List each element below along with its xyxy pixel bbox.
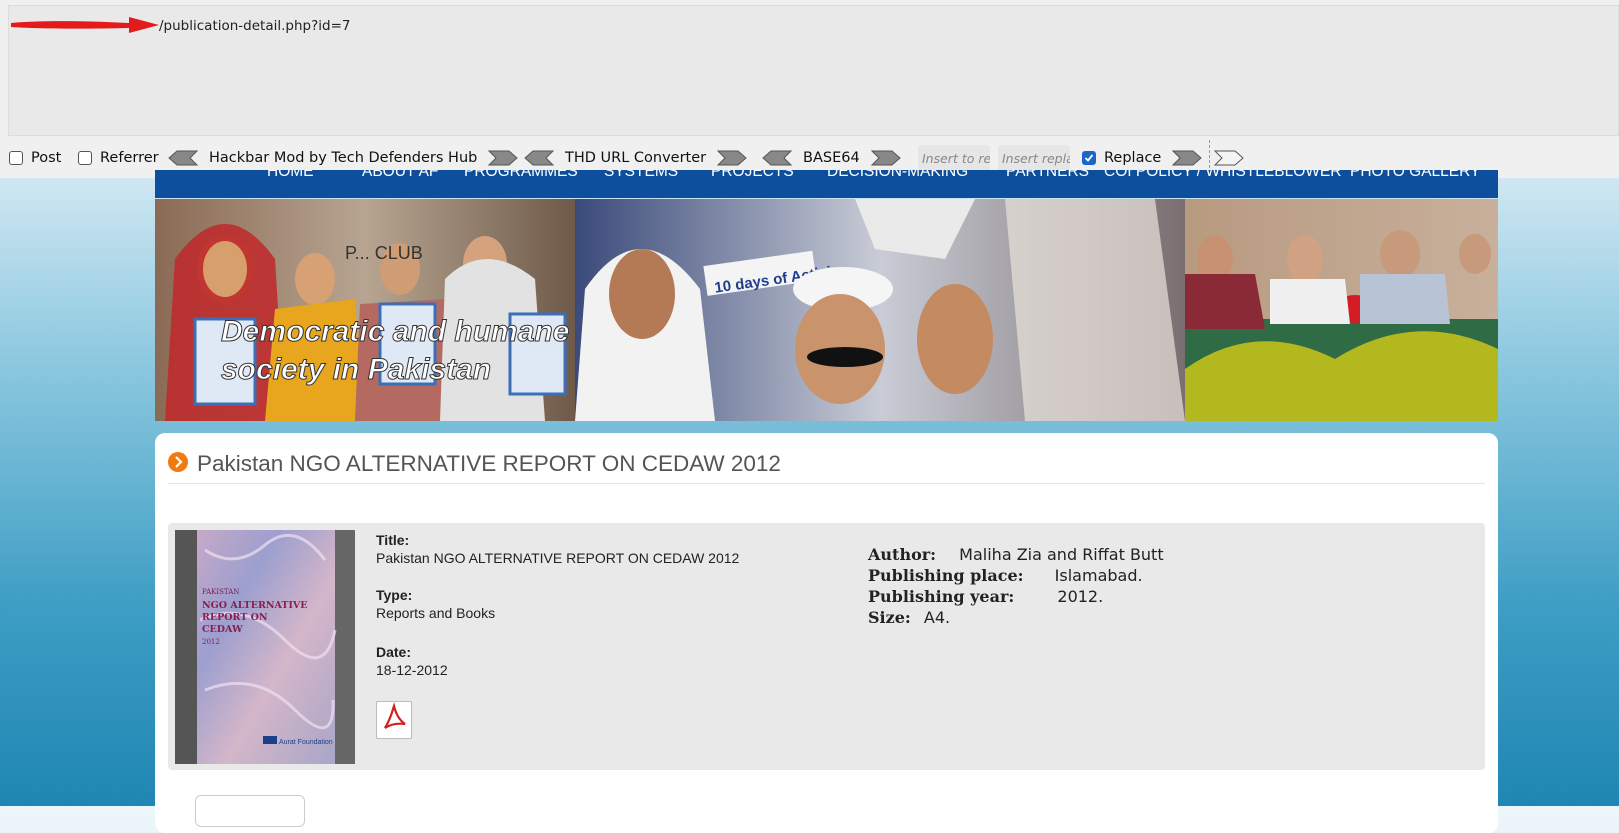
back-button[interactable] <box>195 795 305 827</box>
hero-banner: P... CLUB 10 days of Activis Democratic … <box>155 199 1498 421</box>
arrow-right-icon <box>488 150 519 166</box>
date-value: 18-12-2012 <box>376 662 448 678</box>
publishing-year-label: Publishing year: <box>868 587 1015 606</box>
publishing-year-row: Publishing year: 2012. <box>868 587 1103 606</box>
nav-item-coi-policy[interactable]: COI POLICY / WHISTLEBLOWER <box>1104 170 1341 192</box>
author-row: Author: Maliha Zia and Riffat Butt <box>868 545 1164 564</box>
type-value: Reports and Books <box>376 605 496 621</box>
publishing-year-value: 2012. <box>1057 587 1104 606</box>
pdf-download-button[interactable] <box>376 701 412 739</box>
banner-photo-collage: P... CLUB 10 days of Activis Democratic … <box>155 199 1498 421</box>
post-label: Post <box>31 150 62 166</box>
pdf-icon <box>384 702 406 729</box>
banner-tagline-line1: Democratic and humane <box>221 315 569 348</box>
nav-item-systems[interactable]: SYSTEMS <box>604 170 678 192</box>
size-label: Size: <box>868 608 911 627</box>
arrow-left-icon <box>168 150 198 166</box>
title-label: Title: <box>376 532 410 548</box>
replace-label: Replace <box>1104 150 1162 166</box>
insert-replacement-input[interactable]: Insert replac <box>998 144 1070 172</box>
title-value: Pakistan NGO ALTERNATIVE REPORT ON CEDAW… <box>376 550 740 566</box>
cover-country: PAKISTAN <box>202 588 239 596</box>
type-label: Type: <box>376 587 413 603</box>
publishing-place-row: Publishing place: Islamabad. <box>868 566 1143 585</box>
author-label: Author: <box>868 545 937 564</box>
replace-checkbox[interactable] <box>1082 151 1096 165</box>
size-row: Size: A4. <box>868 608 950 627</box>
publication-cover-image[interactable]: PAKISTAN NGO ALTERNATIVE REPORT ON CEDAW… <box>175 530 355 764</box>
cover-title-line2: REPORT ON <box>202 612 268 623</box>
banner-tagline-line2: society in Pakistan <box>221 353 491 386</box>
date-label: Date: <box>376 644 412 660</box>
page-title: Pakistan NGO ALTERNATIVE REPORT ON CEDAW… <box>197 451 781 476</box>
url-text: /publication-detail.php?id=7 <box>159 18 351 34</box>
publishing-place-label: Publishing place: <box>868 566 1024 585</box>
author-value: Maliha Zia and Riffat Butt <box>959 545 1164 564</box>
nav-item-home[interactable]: HOME <box>267 170 314 192</box>
arrow-left-icon <box>762 150 792 166</box>
arrow-left-icon <box>524 150 554 166</box>
cover-title-line1: NGO ALTERNATIVE <box>202 600 308 611</box>
nav-item-projects[interactable]: PROJECTS <box>711 170 794 192</box>
check-icon <box>1084 154 1094 162</box>
arrow-right-icon <box>1172 150 1202 166</box>
url-textarea[interactable]: /publication-detail.php?id=7 <box>8 5 1619 136</box>
insert-to-replace-input[interactable]: Insert to rep <box>918 144 990 172</box>
main-nav: HOME ABOUT AF PROGRAMMES SYSTEMS PROJECT… <box>155 170 1498 198</box>
cover-title-line3: CEDAW <box>202 624 243 635</box>
nav-item-programmes[interactable]: PROGRAMMES <box>464 170 578 192</box>
nav-item-decision-making[interactable]: DECISION-MAKING <box>827 170 968 192</box>
referrer-label: Referrer <box>100 150 159 166</box>
cover-year: 2012 <box>202 638 220 646</box>
content-panel: Pakistan NGO ALTERNATIVE REPORT ON CEDAW… <box>155 433 1498 833</box>
publication-detail-card: PAKISTAN NGO ALTERNATIVE REPORT ON CEDAW… <box>168 523 1485 770</box>
banner-club-text: P... CLUB <box>345 243 423 263</box>
cover-publisher: Aurat Foundation <box>279 739 333 746</box>
referrer-toggle[interactable]: Referrer <box>78 140 159 176</box>
url-converter-label: THD URL Converter <box>565 150 707 166</box>
post-toggle[interactable]: Post <box>9 140 61 176</box>
divider <box>168 483 1485 484</box>
nav-item-partners[interactable]: PARTNERS <box>1006 170 1089 192</box>
nav-item-about[interactable]: ABOUT AF <box>362 170 438 192</box>
nav-item-photo-gallery[interactable]: PHOTO GALLERY <box>1350 170 1480 192</box>
post-checkbox[interactable] <box>9 151 23 165</box>
arrow-right-outline-icon <box>1214 150 1244 166</box>
publishing-place-value: Islamabad. <box>1054 566 1143 585</box>
chevron-right-circle-icon <box>168 452 188 472</box>
base64-label: BASE64 <box>803 150 860 166</box>
redaction-mark <box>11 17 159 33</box>
hackbar-panel: /publication-detail.php?id=7 Post Referr… <box>0 0 1619 178</box>
size-value: A4. <box>923 608 951 627</box>
arrow-right-icon <box>870 150 901 166</box>
mod-label: Hackbar Mod by Tech Defenders Hub <box>209 150 478 166</box>
referrer-checkbox[interactable] <box>78 151 92 165</box>
arrow-right-icon <box>717 150 747 166</box>
